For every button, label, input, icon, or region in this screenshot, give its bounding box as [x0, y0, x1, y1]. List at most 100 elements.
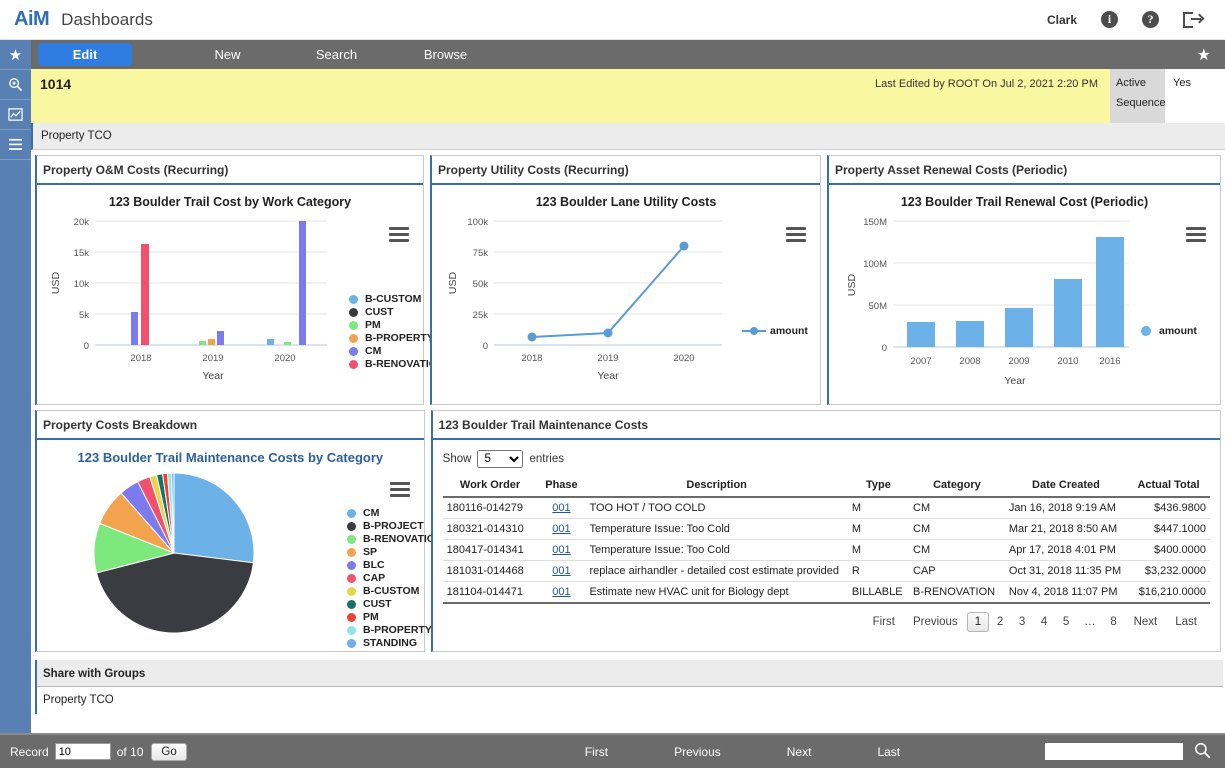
rail-chart-icon[interactable] [0, 100, 31, 130]
tab-search[interactable]: Search [293, 44, 380, 65]
svg-text:Year: Year [202, 370, 224, 382]
table-row[interactable]: 181031-014468 001 replace airhandler - d… [442, 560, 1210, 582]
cell-description: Temperature Issue: Too Cold [585, 539, 848, 561]
nav-next[interactable]: Next [754, 745, 845, 759]
col-work-order[interactable]: Work Order [442, 476, 538, 498]
svg-text:2019: 2019 [202, 353, 223, 364]
cell-phase[interactable]: 001 [537, 539, 586, 561]
table-row[interactable]: 180417-014341 001 Temperature Issue: Too… [442, 539, 1210, 561]
page-last[interactable]: Last [1166, 613, 1206, 631]
page-first[interactable]: First [864, 613, 904, 631]
search-icon[interactable] [1194, 742, 1211, 762]
favorite-star-icon[interactable]: ★ [1197, 45, 1211, 65]
page-5[interactable]: 5 [1055, 613, 1077, 631]
table-row[interactable]: 180321-014310 001 Temperature Issue: Too… [442, 518, 1210, 540]
chart-menu-icon-pie[interactable] [389, 482, 410, 500]
legend-dot-icon [347, 599, 356, 609]
logout-icon[interactable] [1183, 11, 1205, 28]
legend-label: amount [1159, 325, 1197, 337]
help-icon[interactable]: ? [1142, 11, 1159, 28]
cell-date-created: Oct 31, 2018 11:35 PM [1004, 560, 1128, 582]
legend-dot-icon [349, 346, 358, 356]
legend-dot-icon [349, 359, 358, 369]
cell-description: Temperature Issue: Too Cold [585, 518, 848, 540]
legend-label: B-CUSTOM [363, 585, 420, 597]
panel-utility-costs: Property Utility Costs (Recurring) 123 B… [430, 155, 821, 405]
table-row[interactable]: 181104-014471 001 Estimate new HVAC unit… [442, 581, 1210, 604]
table-row[interactable]: 180116-014279 001 TOO HOT / TOO COLD M C… [442, 497, 1210, 519]
page-4[interactable]: 4 [1033, 613, 1055, 631]
legend-dot-icon [347, 521, 356, 531]
chart-om-canvas: 20k 15k 10k 5k 0 USD 2018 2019 2020 Year [50, 217, 327, 382]
cell-phase[interactable]: 001 [537, 581, 586, 604]
page-previous[interactable]: Previous [904, 613, 967, 631]
go-button[interactable]: Go [151, 742, 187, 761]
chart-menu-icon-om[interactable] [389, 227, 409, 245]
cell-work-order: 181031-014468 [442, 560, 538, 582]
col-category[interactable]: Category [909, 476, 1005, 498]
left-rail: ★ [0, 40, 31, 733]
rail-star-icon[interactable]: ★ [0, 40, 31, 70]
page-next[interactable]: Next [1125, 613, 1167, 631]
panel-costs-breakdown: Property Costs Breakdown 123 Boulder Tra… [35, 410, 443, 652]
show-label: Show [442, 453, 472, 465]
legend-item: B-PROJECT [347, 520, 443, 532]
tab-edit[interactable]: Edit [38, 43, 132, 66]
rail-search-zoom-icon[interactable] [0, 70, 31, 100]
rail-menu-icon[interactable] [0, 130, 31, 160]
page-3[interactable]: 3 [1011, 613, 1033, 631]
search-input[interactable] [1045, 743, 1183, 760]
page-1[interactable]: 1 [966, 612, 990, 632]
page-8[interactable]: 8 [1103, 613, 1125, 631]
cell-actual-total: $447.1000 [1127, 518, 1210, 540]
legend-label: CUST [365, 306, 394, 318]
legend-item: STANDING [347, 637, 443, 649]
cell-actual-total: $400.0000 [1127, 539, 1210, 561]
record-of-label: of 10 [116, 744, 144, 759]
col-type[interactable]: Type [847, 476, 909, 498]
svg-text:2020: 2020 [274, 353, 295, 364]
chart-om-title: 123 Boulder Trail Cost by Work Category [108, 195, 352, 209]
share-group-item[interactable]: Property TCO [37, 687, 1223, 714]
phase-link[interactable]: 001 [552, 544, 570, 556]
panel-om-costs: Property O&M Costs (Recurring) 123 Bould… [35, 155, 445, 405]
legend-dot-icon [347, 612, 356, 622]
nav-last[interactable]: Last [844, 745, 933, 759]
col-date-created[interactable]: Date Created [1004, 476, 1128, 498]
cell-date-created: Nov 4, 2018 11:07 PM [1004, 581, 1128, 604]
chart-menu-icon-utility[interactable] [786, 227, 806, 245]
svg-text:150M: 150M [863, 217, 887, 228]
svg-text:2018: 2018 [521, 353, 542, 364]
col-actual-total[interactable]: Actual Total [1127, 476, 1210, 498]
legend-label: SP [363, 546, 378, 558]
nav-first[interactable]: First [552, 745, 641, 759]
legend-label: BLC [363, 559, 385, 571]
cell-phase[interactable]: 001 [537, 560, 586, 582]
phase-link[interactable]: 001 [552, 502, 570, 514]
cell-description: TOO HOT / TOO COLD [585, 497, 848, 519]
user-name[interactable]: Clark [1047, 13, 1077, 27]
legend-label: CUST [363, 598, 392, 610]
chart-utility-title: 123 Boulder Lane Utility Costs [535, 195, 717, 209]
page-size-select[interactable]: 5 10 25 50 100 [477, 450, 524, 468]
tab-new[interactable]: New [184, 44, 271, 65]
chart-pie-canvas [93, 472, 255, 634]
page-2[interactable]: 2 [989, 613, 1011, 631]
phase-link[interactable]: 001 [552, 586, 570, 598]
legend-item: B-PROPERTY [347, 624, 443, 636]
cell-phase[interactable]: 001 [537, 497, 586, 519]
phase-link[interactable]: 001 [552, 523, 570, 535]
svg-text:100M: 100M [863, 259, 887, 270]
nav-previous[interactable]: Previous [641, 745, 754, 759]
tab-browse[interactable]: Browse [402, 44, 489, 65]
cell-work-order: 180116-014279 [442, 497, 538, 519]
chart-menu-icon-renewal[interactable] [1186, 227, 1206, 245]
svg-text:2010: 2010 [1057, 356, 1078, 367]
phase-link[interactable]: 001 [552, 565, 570, 577]
record-number-input[interactable] [54, 743, 111, 760]
cell-actual-total: $3,232.0000 [1127, 560, 1210, 582]
cell-phase[interactable]: 001 [537, 518, 586, 540]
info-icon[interactable]: i [1101, 11, 1118, 28]
col-phase[interactable]: Phase [537, 476, 586, 498]
col-description[interactable]: Description [585, 476, 848, 498]
